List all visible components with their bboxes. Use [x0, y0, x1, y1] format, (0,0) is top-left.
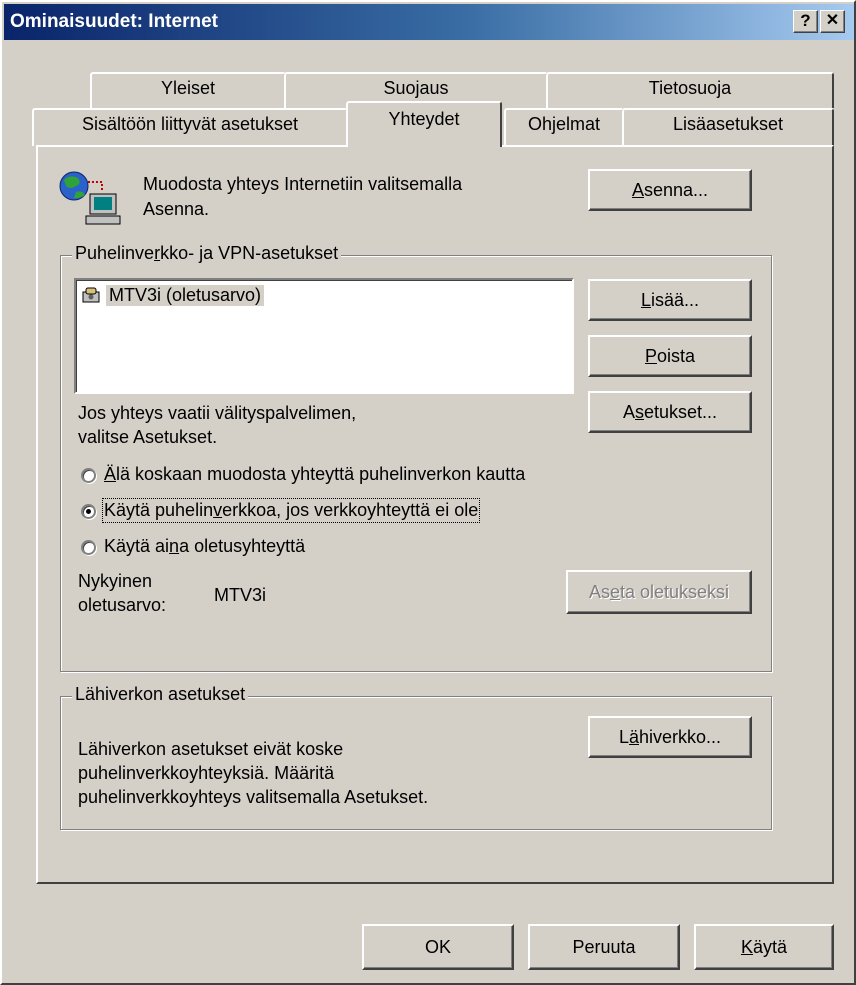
current-default-label-line1: Nykyinen — [78, 571, 153, 591]
close-button[interactable]: ✕ — [820, 10, 845, 33]
remove-button[interactable]: Poista — [588, 335, 752, 377]
apply-button-label: Käytä — [740, 936, 788, 957]
radio-always-dial-label[interactable]: Käytä aina oletusyhteyttä — [104, 536, 305, 557]
active-tab-joiner — [348, 144, 500, 148]
radio-dial-when-no-network-label[interactable]: Käytä puhelinverkkoa, jos verkkoyhteyttä… — [101, 498, 481, 523]
set-default-button[interactable]: Aseta oletukseksi — [566, 570, 752, 614]
radio-always-dial[interactable] — [81, 540, 96, 555]
tab-yleiset[interactable]: Yleiset — [90, 72, 286, 108]
ok-button[interactable]: OK — [362, 924, 514, 970]
lan-text-line1: Lähiverkon asetukset eivät koske — [78, 739, 344, 759]
lan-settings-button-label: Lähiverkko... — [618, 726, 722, 747]
tab-ohjelmat[interactable]: Ohjelmat — [504, 108, 624, 146]
tab-label: Yleiset — [160, 78, 216, 98]
lan-text-line3: puhelinverkkoyhteys valitsemalla Asetuks… — [78, 787, 429, 807]
tab-label: Sisältöön liittyvät asetukset — [81, 114, 299, 134]
remove-button-label: Poista — [644, 345, 696, 366]
tab-label: Tietosuoja — [648, 78, 732, 98]
tab-label: Lisäasetukset — [672, 114, 784, 134]
setup-text-line2: Asenna. — [143, 199, 210, 219]
help-button[interactable]: ? — [793, 10, 818, 33]
tab-yhteydet[interactable]: Yhteydet — [346, 101, 502, 147]
properties-dialog: Ominaisuudet: Internet ? ✕ Yleiset Suoja… — [0, 0, 856, 985]
tab-sisalto[interactable]: Sisältöön liittyvät asetukset — [32, 108, 348, 146]
set-default-button-label: Aseta oletukseksi — [588, 581, 730, 602]
window-title: Ominaisuudet: Internet — [10, 11, 218, 32]
setup-text-line1: Muodosta yhteys Internetiin valitsemalla — [143, 174, 463, 194]
radio-dial-when-no-network[interactable] — [81, 504, 96, 519]
cancel-button[interactable]: Peruuta — [528, 924, 680, 970]
settings-button-label: Asetukset... — [622, 401, 718, 422]
dialup-group-label: Puhelinverkko- ja VPN-asetukset — [72, 243, 342, 264]
connections-list[interactable]: MTV3i (oletusarvo) — [74, 278, 574, 394]
radio-never-dial[interactable] — [81, 468, 96, 483]
proxy-text-line2: valitse Asetukset. — [78, 427, 218, 447]
network-computer-icon — [59, 171, 121, 225]
tab-lisaasetukset[interactable]: Lisäasetukset — [622, 108, 834, 146]
current-default-value: MTV3i — [214, 585, 267, 605]
add-button-label: Lisää... — [640, 289, 700, 310]
add-button[interactable]: Lisää... — [588, 279, 752, 321]
lan-group-label: Lähiverkon asetukset — [72, 684, 249, 705]
current-default-label-line2: oletusarvo: — [78, 595, 167, 615]
dialup-connection-icon — [82, 287, 100, 303]
lan-settings-button[interactable]: Lähiverkko... — [588, 716, 752, 758]
title-bar[interactable]: Ominaisuudet: Internet ? ✕ — [4, 4, 854, 40]
lan-text-line2: puhelinverkkoyhteyksiä. Määritä — [78, 763, 335, 783]
radio-never-dial-label[interactable]: Älä koskaan muodosta yhteyttä puhelinver… — [104, 464, 525, 485]
tab-label: Suojaus — [383, 78, 449, 98]
radio-selected-dot — [86, 509, 91, 514]
list-item[interactable]: MTV3i (oletusarvo) — [80, 284, 265, 306]
tab-label: Ohjelmat — [527, 114, 601, 134]
tab-label: Yhteydet — [388, 109, 460, 129]
list-item-label: MTV3i (oletusarvo) — [106, 284, 265, 306]
apply-button[interactable]: Käytä — [694, 924, 834, 970]
tab-tietosuoja[interactable]: Tietosuoja — [546, 72, 834, 108]
setup-button[interactable]: Asenna... — [588, 169, 752, 211]
proxy-text-line1: Jos yhteys vaatii välityspalvelimen, — [78, 403, 357, 423]
setup-button-label: Asenna... — [631, 179, 709, 200]
settings-button[interactable]: Asetukset... — [588, 391, 752, 433]
